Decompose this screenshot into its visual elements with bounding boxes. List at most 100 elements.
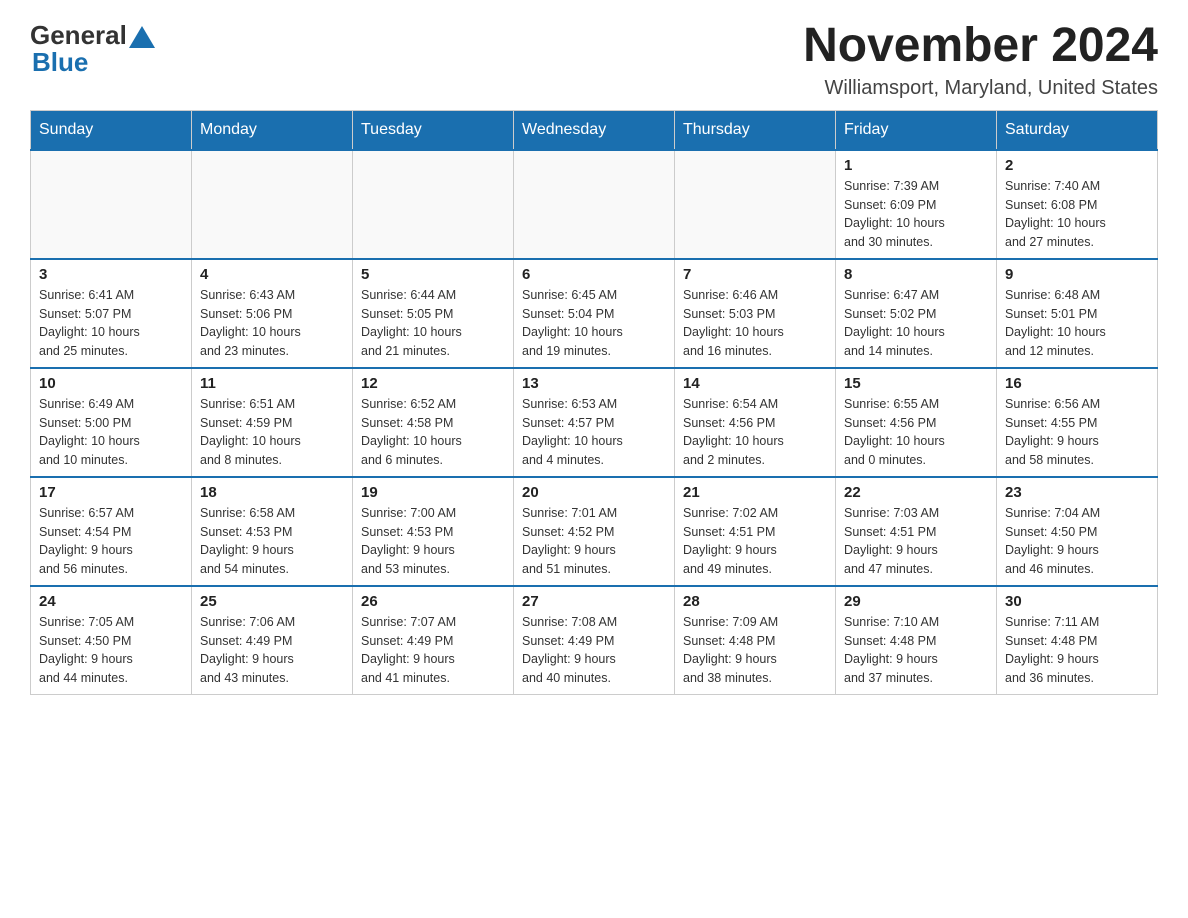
day-number: 1 (844, 157, 988, 174)
logo: General Blue (30, 20, 155, 78)
day-header-thursday: Thursday (675, 110, 836, 150)
day-number: 9 (1005, 266, 1149, 283)
calendar-cell: 4Sunrise: 6:43 AM Sunset: 5:06 PM Daylig… (192, 259, 353, 368)
week-row-2: 3 Sunrise: 6:41 AM Sunset: 5:07 PM Daylig… (31, 259, 1158, 368)
calendar-cell: 2 Sunrise: 7:40 AM Sunset: 6:08 PM Daylig… (997, 150, 1158, 259)
calendar-cell: 17Sunrise: 6:57 AM Sunset: 4:54 PM Dayli… (31, 477, 192, 586)
day-number: 6 (522, 266, 666, 283)
calendar-cell (675, 150, 836, 259)
day-number: 25 (200, 593, 344, 610)
day-number: 26 (361, 593, 505, 610)
day-number: 27 (522, 593, 666, 610)
day-number: 14 (683, 375, 827, 392)
day-number: 16 (1005, 375, 1149, 392)
day-info: Sunrise: 6:57 AM Sunset: 4:54 PM Dayligh… (39, 504, 183, 579)
week-row-4: 17Sunrise: 6:57 AM Sunset: 4:54 PM Dayli… (31, 477, 1158, 586)
calendar-cell: 22Sunrise: 7:03 AM Sunset: 4:51 PM Dayli… (836, 477, 997, 586)
day-info: Sunrise: 6:49 AM Sunset: 5:00 PM Dayligh… (39, 395, 183, 470)
calendar-cell: 14 Sunrise: 6:54 AM Sunset: 4:56 PM Dayli… (675, 368, 836, 477)
day-header-monday: Monday (192, 110, 353, 150)
calendar-cell: 13 Sunrise: 6:53 AM Sunset: 4:57 PM Dayli… (514, 368, 675, 477)
location-title: Williamsport, Maryland, United States (803, 77, 1158, 100)
calendar-cell: 30 Sunrise: 7:11 AM Sunset: 4:48 PM Dayli… (997, 586, 1158, 695)
calendar-cell: 19 Sunrise: 7:00 AM Sunset: 4:53 PM Dayli… (353, 477, 514, 586)
day-info: Sunrise: 7:02 AM Sunset: 4:51 PM Dayligh… (683, 504, 827, 579)
day-info: Sunrise: 6:54 AM Sunset: 4:56 PM Dayligh… (683, 395, 827, 470)
day-number: 7 (683, 266, 827, 283)
calendar-cell: 8 Sunrise: 6:47 AM Sunset: 5:02 PM Daylig… (836, 259, 997, 368)
day-info: Sunrise: 6:53 AM Sunset: 4:57 PM Dayligh… (522, 395, 666, 470)
calendar-cell: 20Sunrise: 7:01 AM Sunset: 4:52 PM Dayli… (514, 477, 675, 586)
day-header-friday: Friday (836, 110, 997, 150)
day-info: Sunrise: 7:04 AM Sunset: 4:50 PM Dayligh… (1005, 504, 1149, 579)
calendar-cell (353, 150, 514, 259)
logo-blue-text: Blue (32, 47, 88, 77)
day-info: Sunrise: 7:09 AM Sunset: 4:48 PM Dayligh… (683, 613, 827, 688)
calendar-cell: 12 Sunrise: 6:52 AM Sunset: 4:58 PM Dayli… (353, 368, 514, 477)
page-header: General Blue November 2024 Williamsport,… (30, 20, 1158, 100)
calendar-cell: 1 Sunrise: 7:39 AM Sunset: 6:09 PM Daylig… (836, 150, 997, 259)
day-info: Sunrise: 6:43 AM Sunset: 5:06 PM Dayligh… (200, 286, 344, 361)
calendar-cell: 3 Sunrise: 6:41 AM Sunset: 5:07 PM Daylig… (31, 259, 192, 368)
day-number: 22 (844, 484, 988, 501)
calendar-cell (31, 150, 192, 259)
day-number: 30 (1005, 593, 1149, 610)
day-number: 8 (844, 266, 988, 283)
day-number: 15 (844, 375, 988, 392)
day-info: Sunrise: 7:39 AM Sunset: 6:09 PM Dayligh… (844, 177, 988, 252)
calendar-cell: 26 Sunrise: 7:07 AM Sunset: 4:49 PM Dayli… (353, 586, 514, 695)
day-number: 2 (1005, 157, 1149, 174)
day-number: 13 (522, 375, 666, 392)
day-number: 5 (361, 266, 505, 283)
day-number: 24 (39, 593, 183, 610)
calendar-cell: 10Sunrise: 6:49 AM Sunset: 5:00 PM Dayli… (31, 368, 192, 477)
day-info: Sunrise: 7:07 AM Sunset: 4:49 PM Dayligh… (361, 613, 505, 688)
day-info: Sunrise: 6:47 AM Sunset: 5:02 PM Dayligh… (844, 286, 988, 361)
day-number: 18 (200, 484, 344, 501)
week-row-3: 10Sunrise: 6:49 AM Sunset: 5:00 PM Dayli… (31, 368, 1158, 477)
day-number: 12 (361, 375, 505, 392)
day-info: Sunrise: 7:00 AM Sunset: 4:53 PM Dayligh… (361, 504, 505, 579)
calendar-cell (514, 150, 675, 259)
calendar-cell: 6 Sunrise: 6:45 AM Sunset: 5:04 PM Daylig… (514, 259, 675, 368)
day-number: 3 (39, 266, 183, 283)
day-info: Sunrise: 6:45 AM Sunset: 5:04 PM Dayligh… (522, 286, 666, 361)
day-header-saturday: Saturday (997, 110, 1158, 150)
calendar-table: SundayMondayTuesdayWednesdayThursdayFrid… (30, 110, 1158, 695)
day-header-tuesday: Tuesday (353, 110, 514, 150)
day-info: Sunrise: 6:41 AM Sunset: 5:07 PM Dayligh… (39, 286, 183, 361)
day-info: Sunrise: 6:52 AM Sunset: 4:58 PM Dayligh… (361, 395, 505, 470)
day-info: Sunrise: 7:05 AM Sunset: 4:50 PM Dayligh… (39, 613, 183, 688)
calendar-cell: 21 Sunrise: 7:02 AM Sunset: 4:51 PM Dayli… (675, 477, 836, 586)
month-title: November 2024 (803, 20, 1158, 73)
calendar-cell: 18Sunrise: 6:58 AM Sunset: 4:53 PM Dayli… (192, 477, 353, 586)
day-info: Sunrise: 7:40 AM Sunset: 6:08 PM Dayligh… (1005, 177, 1149, 252)
logo-arrow-icon (129, 26, 155, 48)
calendar-cell: 16 Sunrise: 6:56 AM Sunset: 4:55 PM Dayli… (997, 368, 1158, 477)
title-area: November 2024 Williamsport, Maryland, Un… (803, 20, 1158, 100)
day-info: Sunrise: 7:08 AM Sunset: 4:49 PM Dayligh… (522, 613, 666, 688)
day-number: 23 (1005, 484, 1149, 501)
day-info: Sunrise: 7:11 AM Sunset: 4:48 PM Dayligh… (1005, 613, 1149, 688)
day-info: Sunrise: 6:55 AM Sunset: 4:56 PM Dayligh… (844, 395, 988, 470)
calendar-header-row: SundayMondayTuesdayWednesdayThursdayFrid… (31, 110, 1158, 150)
calendar-cell: 23 Sunrise: 7:04 AM Sunset: 4:50 PM Dayli… (997, 477, 1158, 586)
day-header-wednesday: Wednesday (514, 110, 675, 150)
day-number: 19 (361, 484, 505, 501)
day-number: 29 (844, 593, 988, 610)
calendar-cell: 28 Sunrise: 7:09 AM Sunset: 4:48 PM Dayli… (675, 586, 836, 695)
day-info: Sunrise: 7:10 AM Sunset: 4:48 PM Dayligh… (844, 613, 988, 688)
day-number: 11 (200, 375, 344, 392)
calendar-cell: 25 Sunrise: 7:06 AM Sunset: 4:49 PM Dayli… (192, 586, 353, 695)
calendar-cell: 29 Sunrise: 7:10 AM Sunset: 4:48 PM Dayli… (836, 586, 997, 695)
calendar-cell: 11Sunrise: 6:51 AM Sunset: 4:59 PM Dayli… (192, 368, 353, 477)
day-number: 28 (683, 593, 827, 610)
day-info: Sunrise: 7:06 AM Sunset: 4:49 PM Dayligh… (200, 613, 344, 688)
day-info: Sunrise: 6:56 AM Sunset: 4:55 PM Dayligh… (1005, 395, 1149, 470)
calendar-cell: 9Sunrise: 6:48 AM Sunset: 5:01 PM Daylig… (997, 259, 1158, 368)
calendar-cell: 24 Sunrise: 7:05 AM Sunset: 4:50 PM Dayli… (31, 586, 192, 695)
calendar-cell: 15 Sunrise: 6:55 AM Sunset: 4:56 PM Dayli… (836, 368, 997, 477)
day-info: Sunrise: 7:01 AM Sunset: 4:52 PM Dayligh… (522, 504, 666, 579)
day-number: 21 (683, 484, 827, 501)
calendar-cell: 5Sunrise: 6:44 AM Sunset: 5:05 PM Daylig… (353, 259, 514, 368)
